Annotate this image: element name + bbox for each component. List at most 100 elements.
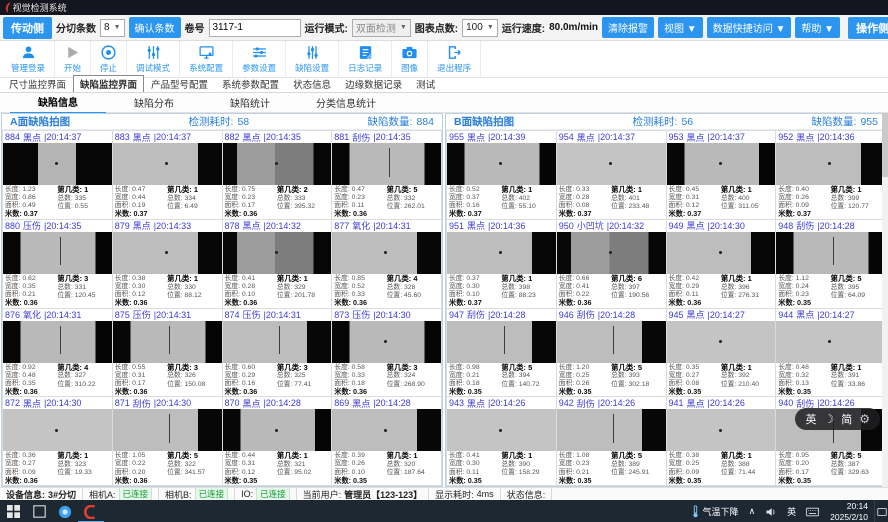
- defect-cell[interactable]: 947 刮伤 |20:14:28 长度: 0.98 宽度: 0.21 面积: 0…: [447, 309, 556, 397]
- roll-number-input[interactable]: [209, 19, 301, 37]
- defect-thumbnail[interactable]: [776, 143, 885, 185]
- defect-cell[interactable]: 946 刮伤 |20:14:28 长度: 1.20 宽度: 0.25 面积: 0…: [557, 309, 666, 397]
- defect-cell[interactable]: 953 黑点 |20:14:37 长度: 0.45 宽度: 0.31 面积: 0…: [667, 131, 776, 219]
- defect-cell[interactable]: 873 压伤 |20:14:30 长度: 0.58 宽度: 0.33 面积: 0…: [332, 309, 441, 397]
- tab-defect-monitor[interactable]: 缺陷监控界面: [73, 75, 144, 92]
- defect-cell[interactable]: 870 黑点 |20:14:28 长度: 0.44 宽度: 0.31 面积: 0…: [223, 397, 332, 485]
- start-button[interactable]: 开始: [55, 41, 91, 77]
- defect-cell[interactable]: 942 刮伤 |20:14:26 长度: 1.08 宽度: 0.23 面积: 0…: [557, 397, 666, 485]
- debug-mode-button[interactable]: 调试模式: [127, 41, 180, 77]
- defect-thumbnail[interactable]: [3, 143, 112, 185]
- tab-status-info[interactable]: 状态信息: [286, 75, 338, 92]
- defect-cell[interactable]: 884 黑点 |20:14:37 长度: 1.23 宽度: 0.86 面积: 0…: [3, 131, 112, 219]
- defect-thumbnail[interactable]: [332, 232, 441, 274]
- chart-points-select[interactable]: 100▼: [462, 19, 498, 37]
- tab-system-param-config[interactable]: 系统参数配置: [215, 75, 286, 92]
- slit-count-select[interactable]: 8▼: [100, 19, 125, 37]
- defect-cell[interactable]: 876 氧化 |20:14:31 长度: 0.92 宽度: 0.48 面积: 0…: [3, 309, 112, 397]
- defect-cell[interactable]: 879 黑点 |20:14:33 长度: 0.38 宽度: 0.30 面积: 0…: [113, 220, 222, 308]
- defect-thumbnail[interactable]: [447, 143, 556, 185]
- stop-button[interactable]: 停止: [91, 41, 127, 77]
- tray-chevron-button[interactable]: ∧: [744, 500, 761, 522]
- defect-thumbnail[interactable]: [332, 409, 441, 451]
- clear-alarm-button[interactable]: 清除报警: [602, 17, 654, 38]
- defect-thumbnail[interactable]: [667, 232, 776, 274]
- help-menu-button[interactable]: 帮助 ▼: [795, 17, 840, 38]
- defect-thumbnail[interactable]: [557, 409, 666, 451]
- defect-thumbnail[interactable]: [113, 143, 222, 185]
- browser-taskbar-button[interactable]: [52, 500, 78, 522]
- touch-keyboard-button[interactable]: [801, 500, 824, 522]
- confirm-count-button[interactable]: 确认条数: [129, 17, 181, 38]
- defect-cell[interactable]: 875 压伤 |20:14:31 长度: 0.55 宽度: 0.31 面积: 0…: [113, 309, 222, 397]
- subtab-class-info-statistics[interactable]: 分类信息统计: [298, 92, 394, 113]
- defect-settings-button[interactable]: 缺陷设置: [286, 41, 339, 77]
- defect-thumbnail[interactable]: [113, 409, 222, 451]
- defect-cell[interactable]: 880 压伤 |20:14:35 长度: 0.62 宽度: 0.35 面积: 0…: [3, 220, 112, 308]
- defect-thumbnail[interactable]: [776, 321, 885, 363]
- defect-cell[interactable]: 944 黑点 |20:14:27 长度: 0.48 宽度: 0.32 面积: 0…: [776, 309, 885, 397]
- defect-thumbnail[interactable]: [776, 232, 885, 274]
- volume-button[interactable]: [760, 500, 782, 522]
- defect-thumbnail[interactable]: [223, 321, 332, 363]
- defect-thumbnail[interactable]: [447, 321, 556, 363]
- view-menu-button[interactable]: 视图 ▼: [658, 17, 703, 38]
- subtab-defect-statistics[interactable]: 缺陷统计: [202, 92, 298, 113]
- defect-thumbnail[interactable]: [223, 409, 332, 451]
- defect-cell[interactable]: 874 压伤 |20:14:31 长度: 0.60 宽度: 0.29 面积: 0…: [223, 309, 332, 397]
- inspection-app-taskbar-button[interactable]: [78, 500, 104, 522]
- param-settings-button[interactable]: 参数设置: [233, 41, 286, 77]
- defect-cell[interactable]: 954 黑点 |20:14:37 长度: 0.33 宽度: 0.28 面积: 0…: [557, 131, 666, 219]
- defect-cell[interactable]: 941 黑点 |20:14:26 长度: 0.38 宽度: 0.25 面积: 0…: [667, 397, 776, 485]
- defect-thumbnail[interactable]: [557, 232, 666, 274]
- defect-thumbnail[interactable]: [332, 321, 441, 363]
- defect-thumbnail[interactable]: [223, 143, 332, 185]
- defect-cell[interactable]: 877 氧化 |20:14:31 长度: 0.85 宽度: 0.52 面积: 0…: [332, 220, 441, 308]
- defect-cell[interactable]: 883 黑点 |20:14:37 长度: 0.47 宽度: 0.44 面积: 0…: [113, 131, 222, 219]
- exit-program-button[interactable]: 退出程序: [428, 41, 481, 77]
- defect-cell[interactable]: 869 黑点 |20:14:28 长度: 0.39 宽度: 0.26 面积: 0…: [332, 397, 441, 485]
- defect-cell[interactable]: 943 黑点 |20:14:26 长度: 0.41 宽度: 0.30 面积: 0…: [447, 397, 556, 485]
- defect-cell[interactable]: 882 黑点 |20:14:35 长度: 0.75 宽度: 0.23 面积: 0…: [223, 131, 332, 219]
- defect-cell[interactable]: 878 黑点 |20:14:32 长度: 0.41 宽度: 0.28 面积: 0…: [223, 220, 332, 308]
- defect-cell[interactable]: 871 刮伤 |20:14:30 长度: 1.05 宽度: 0.22 面积: 0…: [113, 397, 222, 485]
- defect-thumbnail[interactable]: [667, 409, 776, 451]
- action-center-button[interactable]: [874, 500, 888, 522]
- defect-thumbnail[interactable]: [447, 232, 556, 274]
- defect-thumbnail[interactable]: [113, 321, 222, 363]
- defect-thumbnail[interactable]: [113, 232, 222, 274]
- defect-thumbnail[interactable]: [3, 232, 112, 274]
- tab-test[interactable]: 测试: [409, 75, 442, 92]
- scrollbar-thumb[interactable]: [882, 113, 888, 177]
- defect-cell[interactable]: 950 小凹坑 |20:14:32 长度: 0.66 宽度: 0.41 面积: …: [557, 220, 666, 308]
- ime-toolbar[interactable]: 英 ☽ 简 ⚙: [795, 408, 880, 430]
- defect-cell[interactable]: 948 刮伤 |20:14:28 长度: 1.12 宽度: 0.24 面积: 0…: [776, 220, 885, 308]
- subtab-defect-info[interactable]: 缺陷信息: [10, 91, 106, 114]
- defect-cell[interactable]: 872 黑点 |20:14:30 长度: 0.36 宽度: 0.27 面积: 0…: [3, 397, 112, 485]
- defect-cell[interactable]: 955 黑点 |20:14:39 长度: 0.52 宽度: 0.37 面积: 0…: [447, 131, 556, 219]
- defect-thumbnail[interactable]: [447, 409, 556, 451]
- defect-cell[interactable]: 951 黑点 |20:14:36 长度: 0.37 宽度: 0.30 面积: 0…: [447, 220, 556, 308]
- defect-thumbnail[interactable]: [667, 143, 776, 185]
- defect-thumbnail[interactable]: [332, 143, 441, 185]
- ime-language-button[interactable]: 英: [782, 500, 801, 522]
- defect-cell[interactable]: 945 黑点 |20:14:27 长度: 0.35 宽度: 0.27 面积: 0…: [667, 309, 776, 397]
- tab-size-monitor[interactable]: 尺寸监控界面: [2, 75, 73, 92]
- defect-thumbnail[interactable]: [223, 232, 332, 274]
- defect-cell[interactable]: 952 黑点 |20:14:36 长度: 0.40 宽度: 0.26 面积: 0…: [776, 131, 885, 219]
- data-quick-access-button[interactable]: 数据快捷访问 ▼: [707, 17, 792, 38]
- log-record-button[interactable]: 日志记录: [339, 41, 392, 77]
- login-button[interactable]: 管理登录: [2, 41, 55, 77]
- defect-thumbnail[interactable]: [667, 321, 776, 363]
- subtab-defect-distribution[interactable]: 缺陷分布: [106, 92, 202, 113]
- image-button[interactable]: 图像: [392, 41, 428, 77]
- ime-english-toggle[interactable]: 英: [805, 411, 816, 427]
- defect-thumbnail[interactable]: [3, 321, 112, 363]
- weather-widget[interactable]: 气温下降: [686, 500, 744, 522]
- tab-edge-data-record[interactable]: 边缘数据记录: [338, 75, 409, 92]
- system-config-button[interactable]: 系统配置: [180, 41, 233, 77]
- run-mode-select[interactable]: 双面检测▼: [352, 19, 411, 37]
- scrollbar[interactable]: [882, 113, 888, 487]
- tab-product-model-config[interactable]: 产品型号配置: [144, 75, 215, 92]
- defect-cell[interactable]: 949 黑点 |20:14:30 长度: 0.42 宽度: 0.29 面积: 0…: [667, 220, 776, 308]
